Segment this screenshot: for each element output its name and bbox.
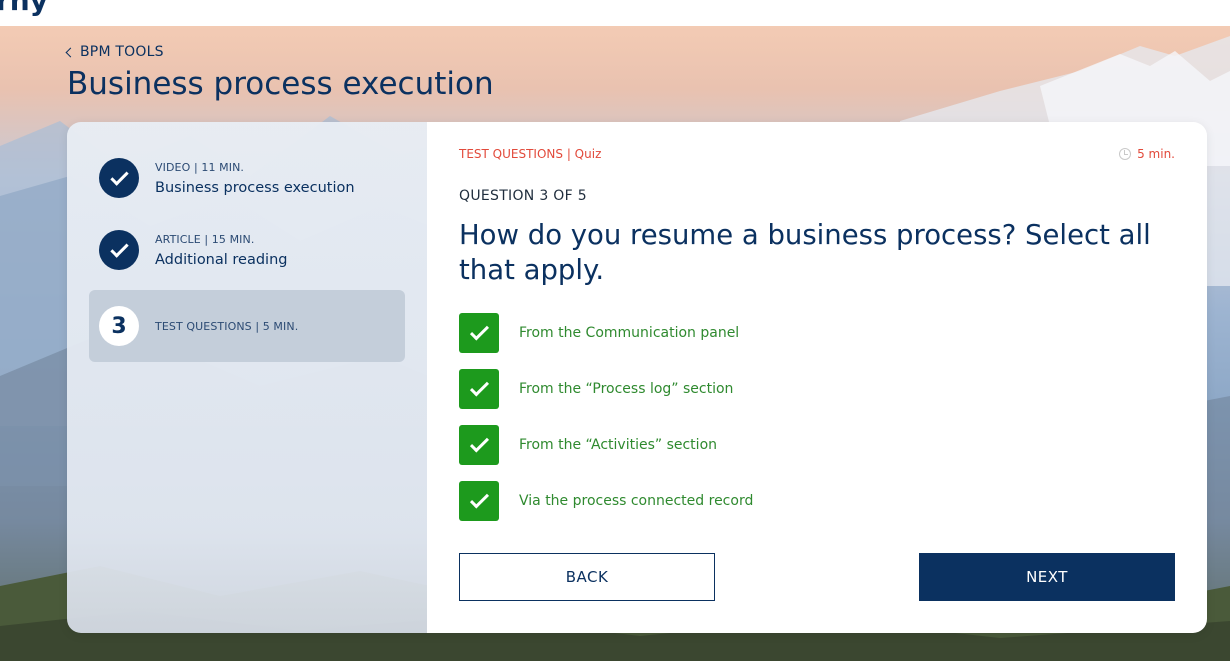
back-button[interactable]: BACK	[459, 553, 715, 601]
quiz-breadcrumb: TEST QUESTIONS | Quiz	[459, 147, 602, 161]
clock-icon	[1119, 148, 1132, 160]
checkmark-icon	[469, 321, 489, 341]
lesson-card: VIDEO | 11 MIN. Business process executi…	[67, 122, 1207, 633]
step-meta: VIDEO | 11 MIN.	[155, 160, 245, 174]
brand-logo[interactable]: rny	[0, 0, 48, 17]
step-number-badge: 3	[99, 306, 139, 346]
checkbox-checked[interactable]	[459, 425, 499, 465]
next-button[interactable]: NEXT	[919, 553, 1175, 601]
back-to-bpm-tools-link[interactable]: BPM TOOLS	[65, 44, 164, 60]
back-link-label: BPM TOOLS	[80, 44, 164, 60]
answer-option[interactable]: From the Communication panel	[459, 313, 753, 353]
lesson-steps-sidebar: VIDEO | 11 MIN. Business process executi…	[67, 122, 427, 633]
step-article[interactable]: ARTICLE | 15 MIN. Additional reading	[89, 214, 405, 286]
answer-label[interactable]: Via the process connected record	[519, 493, 753, 509]
checkmark-icon	[109, 166, 129, 186]
step-complete-badge	[99, 230, 139, 270]
answer-label[interactable]: From the Communication panel	[519, 325, 739, 341]
answer-option[interactable]: From the “Process log” section	[459, 369, 753, 409]
step-title: Business process execution	[155, 179, 355, 196]
top-bar: rny	[0, 0, 1230, 26]
question-counter: QUESTION 3 OF 5	[459, 188, 587, 204]
question-text: How do you resume a business process? Se…	[459, 219, 1151, 286]
page-title: Business process execution	[67, 66, 494, 102]
quiz-timer: 5 min.	[1119, 147, 1175, 161]
step-title: Additional reading	[155, 251, 288, 268]
step-meta: ARTICLE | 15 MIN.	[155, 232, 255, 246]
checkbox-checked[interactable]	[459, 481, 499, 521]
checkmark-icon	[469, 377, 489, 397]
answer-options: From the Communication panel From the “P…	[459, 313, 753, 537]
quiz-panel: TEST QUESTIONS | Quiz 5 min. QUESTION 3 …	[427, 122, 1207, 633]
step-test-questions[interactable]: 3 TEST QUESTIONS | 5 MIN.	[89, 290, 405, 362]
chevron-left-icon	[65, 47, 76, 57]
checkmark-icon	[469, 433, 489, 453]
answer-option[interactable]: Via the process connected record	[459, 481, 753, 521]
step-meta: TEST QUESTIONS | 5 MIN.	[155, 319, 299, 333]
checkmark-icon	[469, 489, 489, 509]
answer-label[interactable]: From the “Activities” section	[519, 437, 717, 453]
answer-label[interactable]: From the “Process log” section	[519, 381, 733, 397]
timer-label: 5 min.	[1137, 147, 1175, 161]
checkmark-icon	[109, 238, 129, 258]
checkbox-checked[interactable]	[459, 313, 499, 353]
answer-option[interactable]: From the “Activities” section	[459, 425, 753, 465]
checkbox-checked[interactable]	[459, 369, 499, 409]
step-complete-badge	[99, 158, 139, 198]
step-video[interactable]: VIDEO | 11 MIN. Business process executi…	[89, 142, 405, 214]
